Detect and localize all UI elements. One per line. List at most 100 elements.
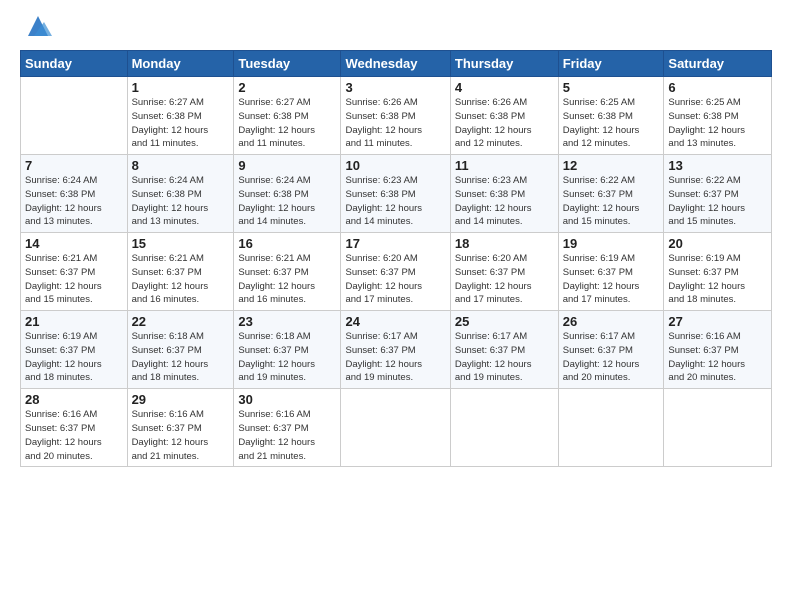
day-info: Sunrise: 6:22 AMSunset: 6:37 PMDaylight:… [563,174,660,229]
calendar-cell: 2Sunrise: 6:27 AMSunset: 6:38 PMDaylight… [234,77,341,155]
day-number: 9 [238,158,336,173]
calendar-cell: 28Sunrise: 6:16 AMSunset: 6:37 PMDayligh… [21,389,128,467]
day-number: 6 [668,80,767,95]
calendar-table: SundayMondayTuesdayWednesdayThursdayFrid… [20,50,772,467]
day-number: 11 [455,158,554,173]
calendar-cell: 3Sunrise: 6:26 AMSunset: 6:38 PMDaylight… [341,77,450,155]
calendar-cell: 12Sunrise: 6:22 AMSunset: 6:37 PMDayligh… [558,155,664,233]
calendar-cell: 8Sunrise: 6:24 AMSunset: 6:38 PMDaylight… [127,155,234,233]
day-number: 1 [132,80,230,95]
calendar-cell: 6Sunrise: 6:25 AMSunset: 6:38 PMDaylight… [664,77,772,155]
logo-icon [24,12,52,40]
day-number: 18 [455,236,554,251]
calendar-cell [664,389,772,467]
day-info: Sunrise: 6:16 AMSunset: 6:37 PMDaylight:… [132,408,230,463]
calendar-cell: 21Sunrise: 6:19 AMSunset: 6:37 PMDayligh… [21,311,128,389]
day-info: Sunrise: 6:21 AMSunset: 6:37 PMDaylight:… [25,252,123,307]
day-number: 25 [455,314,554,329]
day-number: 28 [25,392,123,407]
calendar-cell: 4Sunrise: 6:26 AMSunset: 6:38 PMDaylight… [450,77,558,155]
calendar-cell: 9Sunrise: 6:24 AMSunset: 6:38 PMDaylight… [234,155,341,233]
week-row-1: 1 Sunrise: 6:27 AMSunset: 6:38 PMDaylight… [21,77,772,155]
day-info: Sunrise: 6:16 AMSunset: 6:37 PMDaylight:… [668,330,767,385]
calendar-cell: 24Sunrise: 6:17 AMSunset: 6:37 PMDayligh… [341,311,450,389]
header-day-tuesday: Tuesday [234,51,341,77]
calendar-cell: 23Sunrise: 6:18 AMSunset: 6:37 PMDayligh… [234,311,341,389]
day-number: 17 [345,236,445,251]
calendar-cell [21,77,128,155]
day-number: 14 [25,236,123,251]
header [20,16,772,40]
calendar-cell [341,389,450,467]
day-number: 4 [455,80,554,95]
week-row-3: 14Sunrise: 6:21 AMSunset: 6:37 PMDayligh… [21,233,772,311]
calendar-header: SundayMondayTuesdayWednesdayThursdayFrid… [21,51,772,77]
day-number: 2 [238,80,336,95]
day-info: Sunrise: 6:20 AMSunset: 6:37 PMDaylight:… [455,252,554,307]
header-day-friday: Friday [558,51,664,77]
logo [20,16,52,40]
calendar-cell: 11Sunrise: 6:23 AMSunset: 6:38 PMDayligh… [450,155,558,233]
calendar-cell: 17Sunrise: 6:20 AMSunset: 6:37 PMDayligh… [341,233,450,311]
calendar-cell: 30Sunrise: 6:16 AMSunset: 6:37 PMDayligh… [234,389,341,467]
calendar-cell: 22Sunrise: 6:18 AMSunset: 6:37 PMDayligh… [127,311,234,389]
day-number: 8 [132,158,230,173]
calendar-cell: 10Sunrise: 6:23 AMSunset: 6:38 PMDayligh… [341,155,450,233]
header-row: SundayMondayTuesdayWednesdayThursdayFrid… [21,51,772,77]
calendar-cell: 18Sunrise: 6:20 AMSunset: 6:37 PMDayligh… [450,233,558,311]
day-number: 24 [345,314,445,329]
calendar-cell: 29Sunrise: 6:16 AMSunset: 6:37 PMDayligh… [127,389,234,467]
header-day-thursday: Thursday [450,51,558,77]
day-number: 12 [563,158,660,173]
day-info: Sunrise: 6:23 AMSunset: 6:38 PMDaylight:… [455,174,554,229]
week-row-5: 28Sunrise: 6:16 AMSunset: 6:37 PMDayligh… [21,389,772,467]
day-info: Sunrise: 6:26 AMSunset: 6:38 PMDaylight:… [455,96,554,151]
day-info: Sunrise: 6:20 AMSunset: 6:37 PMDaylight:… [345,252,445,307]
day-info: Sunrise: 6:25 AMSunset: 6:38 PMDaylight:… [563,96,660,151]
page: SundayMondayTuesdayWednesdayThursdayFrid… [0,0,792,612]
day-info: Sunrise: 6:27 AMSunset: 6:38 PMDaylight:… [238,96,336,151]
day-info: Sunrise: 6:16 AMSunset: 6:37 PMDaylight:… [238,408,336,463]
day-info: Sunrise: 6:23 AMSunset: 6:38 PMDaylight:… [345,174,445,229]
calendar-cell: 27Sunrise: 6:16 AMSunset: 6:37 PMDayligh… [664,311,772,389]
day-number: 15 [132,236,230,251]
day-number: 27 [668,314,767,329]
day-info: Sunrise: 6:24 AMSunset: 6:38 PMDaylight:… [238,174,336,229]
calendar-cell: 13Sunrise: 6:22 AMSunset: 6:37 PMDayligh… [664,155,772,233]
day-number: 5 [563,80,660,95]
day-info: Sunrise: 6:25 AMSunset: 6:38 PMDaylight:… [668,96,767,151]
day-number: 3 [345,80,445,95]
calendar-cell: 19Sunrise: 6:19 AMSunset: 6:37 PMDayligh… [558,233,664,311]
day-info: Sunrise: 6:17 AMSunset: 6:37 PMDaylight:… [455,330,554,385]
day-info: Sunrise: 6:18 AMSunset: 6:37 PMDaylight:… [132,330,230,385]
calendar-cell: 1Sunrise: 6:27 AMSunset: 6:38 PMDaylight… [127,77,234,155]
day-number: 26 [563,314,660,329]
day-number: 20 [668,236,767,251]
calendar-cell: 15Sunrise: 6:21 AMSunset: 6:37 PMDayligh… [127,233,234,311]
day-info: Sunrise: 6:22 AMSunset: 6:37 PMDaylight:… [668,174,767,229]
day-number: 13 [668,158,767,173]
day-info: Sunrise: 6:16 AMSunset: 6:37 PMDaylight:… [25,408,123,463]
day-number: 16 [238,236,336,251]
day-info: Sunrise: 6:21 AMSunset: 6:37 PMDaylight:… [238,252,336,307]
day-info: Sunrise: 6:17 AMSunset: 6:37 PMDaylight:… [345,330,445,385]
day-number: 22 [132,314,230,329]
day-info: Sunrise: 6:19 AMSunset: 6:37 PMDaylight:… [563,252,660,307]
header-day-sunday: Sunday [21,51,128,77]
week-row-2: 7 Sunrise: 6:24 AMSunset: 6:38 PMDaylight… [21,155,772,233]
day-number: 21 [25,314,123,329]
calendar-cell: 20Sunrise: 6:19 AMSunset: 6:37 PMDayligh… [664,233,772,311]
day-info: Sunrise: 6:18 AMSunset: 6:37 PMDaylight:… [238,330,336,385]
day-number: 7 [25,158,123,173]
day-info: Sunrise: 6:17 AMSunset: 6:37 PMDaylight:… [563,330,660,385]
day-number: 23 [238,314,336,329]
calendar-body: 1 Sunrise: 6:27 AMSunset: 6:38 PMDaylight… [21,77,772,467]
calendar-cell: 14Sunrise: 6:21 AMSunset: 6:37 PMDayligh… [21,233,128,311]
header-day-saturday: Saturday [664,51,772,77]
day-number: 19 [563,236,660,251]
calendar-cell: 16Sunrise: 6:21 AMSunset: 6:37 PMDayligh… [234,233,341,311]
day-info: Sunrise: 6:24 AMSunset: 6:38 PMDaylight:… [132,174,230,229]
calendar-cell [450,389,558,467]
day-info: Sunrise: 6:19 AMSunset: 6:37 PMDaylight:… [668,252,767,307]
calendar-cell: 5Sunrise: 6:25 AMSunset: 6:38 PMDaylight… [558,77,664,155]
